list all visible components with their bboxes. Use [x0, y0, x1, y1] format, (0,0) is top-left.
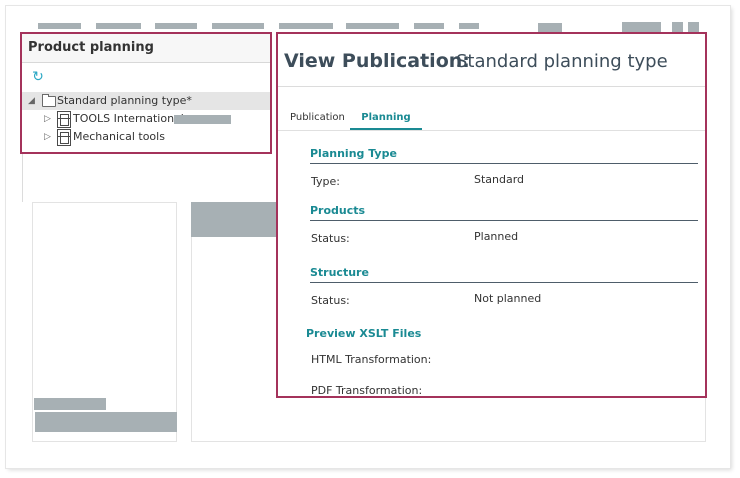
section-heading-structure: Structure — [310, 266, 698, 283]
toolbar-placeholder — [346, 23, 399, 29]
toolbar-placeholder — [688, 22, 699, 32]
tab-publication[interactable]: Publication — [290, 110, 345, 130]
tree-item-tools-international[interactable]: ▷ TOOLS International — [22, 110, 270, 128]
toolbar-placeholder — [622, 22, 661, 32]
toolbar-placeholder — [279, 23, 333, 29]
tree-item-standard-planning-type[interactable]: ◢ Standard planning type* — [22, 92, 270, 110]
toolbar-placeholder — [672, 22, 683, 32]
tree-item-label: Mechanical tools — [73, 130, 165, 143]
product-icon — [57, 111, 71, 128]
tab-bar: Publication Planning — [278, 110, 705, 131]
pdf-transformation-label: PDF Transformation: — [311, 384, 423, 397]
toolbar-placeholder — [155, 23, 197, 29]
products-status-value: Planned — [474, 230, 519, 243]
tree-item-mechanical-tools[interactable]: ▷ Mechanical tools — [22, 128, 270, 146]
product-icon — [57, 129, 71, 146]
refresh-icon[interactable]: ↻ — [30, 69, 46, 85]
section-heading-preview-xslt: Preview XSLT Files — [306, 327, 422, 340]
content-placeholder — [191, 202, 277, 237]
publication-name: Standard planning type — [456, 51, 668, 72]
panel-title: Product planning — [22, 34, 270, 63]
collapsed-icon[interactable]: ▷ — [44, 110, 51, 128]
type-label: Type: — [311, 175, 340, 188]
folder-icon — [42, 94, 56, 107]
expanded-icon[interactable]: ◢ — [28, 92, 35, 110]
structure-status-label: Status: — [311, 294, 350, 307]
toolbar-placeholder — [459, 23, 479, 29]
page-title: View Publication: — [284, 50, 470, 72]
type-value: Standard — [474, 173, 525, 186]
section-heading-planning-type: Planning Type — [310, 147, 698, 164]
tab-planning[interactable]: Planning — [350, 110, 422, 130]
sidebar-placeholder — [34, 398, 106, 410]
background-divider — [22, 154, 23, 202]
page-header: View Publication: Standard planning type — [278, 34, 705, 87]
html-transformation-label: HTML Transformation: — [311, 353, 432, 366]
toolbar-placeholder — [212, 23, 264, 29]
toolbar-placeholder — [38, 23, 81, 29]
view-publication-panel: View Publication: Standard planning type… — [276, 32, 707, 398]
structure-status-value: Not planned — [474, 292, 542, 305]
tree-item-label: Standard planning type* — [57, 94, 192, 107]
sidebar-placeholder — [35, 412, 177, 432]
toolbar-placeholder — [414, 23, 444, 29]
toolbar-placeholder — [96, 23, 141, 29]
redacted-text — [174, 115, 231, 124]
products-status-label: Status: — [311, 232, 350, 245]
tree-item-label: TOOLS International — [73, 112, 184, 125]
section-heading-products: Products — [310, 204, 698, 221]
planning-tree: ◢ Standard planning type* ▷ TOOLS Intern… — [22, 92, 270, 146]
product-planning-panel: Product planning ↻ ◢ Standard planning t… — [20, 32, 272, 154]
collapsed-icon[interactable]: ▷ — [44, 128, 51, 146]
